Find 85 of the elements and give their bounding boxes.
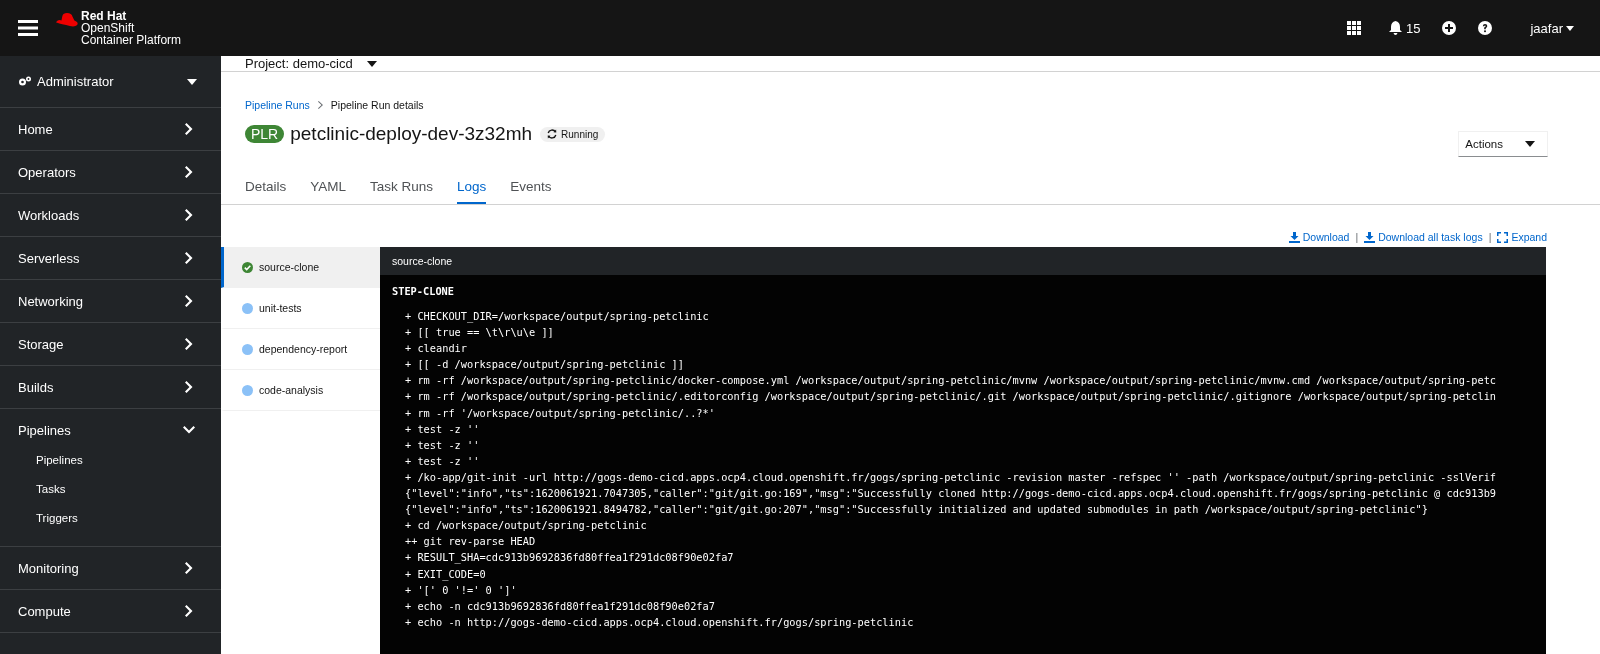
brand-name: Red Hat bbox=[81, 10, 128, 22]
log-line: + rm -rf /workspace/output/spring-petclinic/.editorconfig /workspace/output/spring-petclinic/.git /workspace/output/spring-petclinic/.gitignore /workspace/output/spring-petclin bbox=[404, 389, 1498, 405]
step-title: STEP-CLONE bbox=[392, 284, 455, 299]
log-line: + echo -n cdc913b9692836fd80ffea1f291dc08f90e02fa7 bbox=[404, 598, 716, 614]
separator: | bbox=[1488, 231, 1492, 243]
sync-icon bbox=[547, 129, 558, 139]
nav-item[interactable]: Monitoring bbox=[0, 547, 221, 589]
gears-icon bbox=[18, 76, 32, 87]
task-item[interactable]: source-clone bbox=[221, 247, 380, 288]
help-icon[interactable] bbox=[1478, 21, 1493, 35]
log-line: + test -z '' bbox=[404, 421, 481, 437]
log-line: + rm -rf '/workspace/output/spring-petclinic/..?*' bbox=[404, 405, 716, 421]
caret-icon bbox=[187, 78, 197, 85]
user-menu[interactable]: jaafar bbox=[1530, 20, 1574, 36]
log-line: + [[ true == \t\r\u\e ]] bbox=[404, 325, 555, 341]
status-dot-icon bbox=[242, 384, 253, 396]
chevron-icon bbox=[185, 123, 193, 135]
brand-name: OpenShift bbox=[81, 22, 136, 34]
check-circle-icon bbox=[242, 261, 253, 273]
log-line: {"level":"info","ts":1620061921.8494782,"caller":"git/git.go:207","msg":"Successfully initialized and updated submodules in path /workspace/output/spring-petclinic"} bbox=[404, 502, 1429, 518]
chevron-icon bbox=[185, 295, 193, 307]
breadcrumb-current: Pipeline Run details bbox=[330, 99, 424, 111]
tab[interactable]: Events bbox=[510, 173, 552, 204]
tab[interactable]: Details bbox=[245, 173, 287, 204]
log-line: + /ko-app/git-init -url http://gogs-demo-cicd.apps.ocp4.cloud.openshift.fr/gogs/spring-petclinic -revision master -refspec '' -path /workspace/output/spring-petclinic -sslVerif bbox=[404, 469, 1498, 485]
log-line: + CHECKOUT_DIR=/workspace/output/spring-petclinic bbox=[404, 309, 710, 325]
expand-icon bbox=[1497, 231, 1509, 243]
log-line: + test -z '' bbox=[404, 453, 481, 469]
plus-icon[interactable] bbox=[1442, 21, 1457, 35]
grid-icon[interactable] bbox=[1347, 21, 1361, 35]
log-line: + rm -rf /workspace/output/spring-petclinic/docker-compose.yml /workspace/output/spring-petclinic/mvnw /workspace/output/spring-petclinic/mvnw.cmd /workspace/output/spring-petc bbox=[404, 373, 1498, 389]
nav-item[interactable]: Networking bbox=[0, 280, 221, 322]
page-title: petclinic-deploy-dev-3z32mh bbox=[290, 123, 533, 145]
log-line: + test -z '' bbox=[404, 437, 481, 453]
chevron-icon bbox=[317, 101, 323, 109]
hat-icon bbox=[55, 13, 79, 28]
log-line: {"level":"info","ts":1620061921.7047305,"caller":"git/git.go:169","msg":"Successfully cloned http://gogs-demo-cicd.apps.ocp4.cloud.openshift.fr/gogs/spring-petclinic @ cdc913b9 bbox=[404, 486, 1498, 502]
download-icon bbox=[1364, 231, 1376, 243]
chevron-icon bbox=[185, 605, 193, 617]
nav-item[interactable]: Home bbox=[0, 108, 221, 150]
chevron-icon bbox=[185, 252, 193, 264]
log-line: + RESULT_SHA=cdc913b9692836fd80ffea1f291dc08f90e02fa7 bbox=[404, 550, 735, 566]
download-icon bbox=[1288, 231, 1300, 243]
status-dot-icon bbox=[242, 343, 253, 355]
log-header: source-clone bbox=[380, 247, 1546, 275]
nav-item[interactable]: Storage bbox=[0, 323, 221, 365]
project-selector[interactable]: Project: demo-cicd bbox=[245, 56, 377, 71]
actions-dropdown[interactable]: Actions bbox=[1458, 131, 1548, 157]
download-link[interactable]: Download all task logs bbox=[1364, 231, 1483, 243]
tab[interactable]: YAML bbox=[310, 173, 347, 204]
chevron-icon bbox=[185, 381, 193, 393]
log-line: + EXIT_CODE=0 bbox=[404, 566, 487, 582]
separator: | bbox=[1355, 231, 1359, 243]
chevron-icon bbox=[185, 166, 193, 178]
log-line: + cleandir bbox=[404, 341, 468, 357]
nav-item[interactable]: Serverless bbox=[0, 237, 221, 279]
resource-badge: PLR bbox=[245, 125, 285, 143]
tab[interactable]: Task Runs bbox=[370, 173, 434, 204]
notifications-button[interactable]: 15 bbox=[1389, 20, 1421, 36]
chevron-icon bbox=[183, 426, 195, 434]
caret-icon bbox=[1566, 25, 1574, 31]
nav-item[interactable]: Operators bbox=[0, 151, 221, 193]
nav-item[interactable]: Workloads bbox=[0, 194, 221, 236]
log-line: + '[' 0 '!=' 0 ']' bbox=[404, 582, 518, 598]
nav-subitem[interactable]: Tasks bbox=[36, 474, 221, 503]
status-label: Running bbox=[540, 126, 606, 142]
brand-subtitle: Container Platform bbox=[81, 34, 182, 46]
breadcrumb-link[interactable]: Pipeline Runs bbox=[245, 99, 310, 111]
menu-icon[interactable] bbox=[18, 20, 38, 36]
download-link[interactable]: Download bbox=[1288, 231, 1350, 243]
tab[interactable]: Logs bbox=[457, 173, 487, 204]
log-line: + cd /workspace/output/spring-petclinic bbox=[404, 518, 648, 534]
expand-link[interactable]: Expand bbox=[1497, 231, 1547, 243]
chevron-icon bbox=[185, 338, 193, 350]
nav-item[interactable]: Compute bbox=[0, 590, 221, 632]
chevron-icon bbox=[185, 209, 193, 221]
status-dot-icon bbox=[242, 302, 253, 314]
log-line: ++ git rev-parse HEAD bbox=[404, 534, 537, 550]
caret-icon bbox=[366, 60, 377, 67]
nav-subitem[interactable]: Triggers bbox=[36, 503, 221, 532]
nav-item[interactable]: Builds bbox=[0, 366, 221, 408]
log-line: + echo -n http://gogs-demo-cicd.apps.ocp4.cloud.openshift.fr/gogs/spring-petclinic bbox=[404, 614, 915, 630]
chevron-icon bbox=[185, 562, 193, 574]
log-line: + [[ -d /workspace/output/spring-petclinic ]] bbox=[404, 357, 685, 373]
caret-icon bbox=[1525, 141, 1535, 147]
